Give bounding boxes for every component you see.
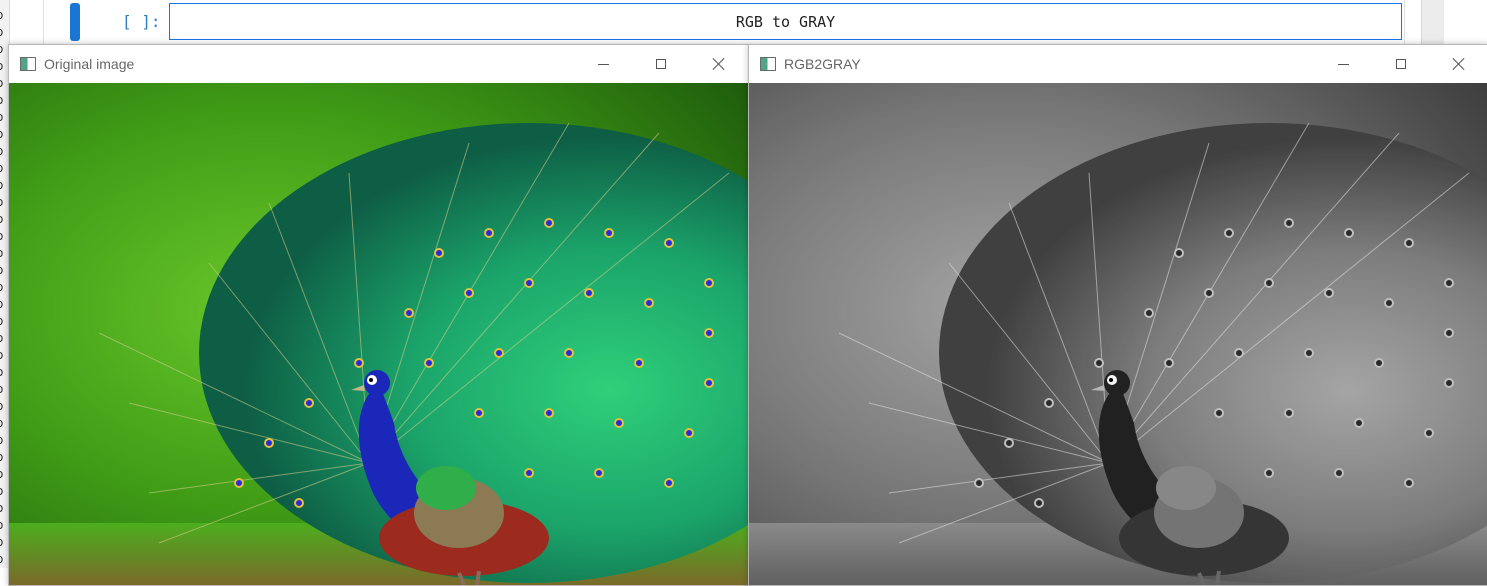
notebook-divider (1404, 0, 1405, 45)
gutter-glyph: o (0, 246, 8, 260)
gutter-glyph: o (0, 93, 8, 107)
close-button[interactable] (690, 45, 748, 83)
cell-prompt: [ ]: (122, 12, 161, 31)
maximize-button[interactable] (632, 45, 690, 83)
gutter-glyph: o (0, 127, 8, 141)
maximize-button[interactable] (1372, 45, 1430, 83)
gutter-glyph: o (0, 144, 8, 158)
gutter-glyph: o (0, 484, 8, 498)
gutter-glyph: o (0, 314, 8, 328)
opencv-window-icon (760, 57, 776, 71)
gutter-glyph: o (0, 416, 8, 430)
minimize-button[interactable] (574, 45, 632, 83)
gutter-glyph: o (0, 535, 8, 549)
gutter-glyph: o (0, 161, 8, 175)
cell-input[interactable]: RGB to GRAY (169, 3, 1402, 40)
gutter-glyph: o (0, 42, 8, 56)
gutter-glyph: o (0, 552, 8, 566)
close-button[interactable] (1430, 45, 1487, 83)
gutter-glyph: o (0, 212, 8, 226)
gutter-glyph: o (0, 467, 8, 481)
gutter-glyph: o (0, 110, 8, 124)
notebook-divider (43, 0, 44, 45)
gutter-glyph: o (0, 263, 8, 277)
gutter-glyph: o (0, 25, 8, 39)
gutter-glyph: o (0, 76, 8, 90)
maximize-icon (1396, 59, 1406, 69)
gutter-glyph: o (0, 297, 8, 311)
gutter-glyph: o (0, 399, 8, 413)
rgb2gray-window[interactable]: RGB2GRAY (748, 44, 1487, 586)
active-cell-marker (70, 3, 80, 41)
minimize-button[interactable] (1314, 45, 1372, 83)
peacock-grayscale-image (749, 83, 1487, 585)
notebook-scrollbar[interactable] (1421, 0, 1444, 45)
minimize-icon (1337, 63, 1349, 65)
gutter-glyph: o (0, 348, 8, 362)
window-title: Original image (44, 56, 135, 72)
gutter-glyph: o (0, 450, 8, 464)
window-titlebar[interactable]: Original image (9, 45, 748, 83)
maximize-icon (656, 59, 666, 69)
gutter-glyph: o (0, 501, 8, 515)
gutter-glyph: o (0, 178, 8, 192)
peacock-image (9, 83, 748, 585)
gutter-glyph: o (0, 8, 8, 22)
gutter-glyph: o (0, 331, 8, 345)
close-icon (712, 57, 726, 71)
gutter-glyph: o (0, 518, 8, 532)
gutter-glyph: o (0, 382, 8, 396)
gutter-glyph: o (0, 280, 8, 294)
gutter-glyph: o (0, 59, 8, 73)
gutter-glyph: o (0, 195, 8, 209)
window-titlebar[interactable]: RGB2GRAY (749, 45, 1487, 83)
gutter-glyph: o (0, 365, 8, 379)
close-icon (1452, 57, 1466, 71)
minimize-icon (597, 63, 609, 65)
gutter-glyph: o (0, 433, 8, 447)
opencv-window-icon (20, 57, 36, 71)
cell-input-text: RGB to GRAY (735, 12, 836, 31)
window-title: RGB2GRAY (784, 56, 861, 72)
original-image-window[interactable]: Original image (8, 44, 749, 586)
gutter-glyph: o (0, 229, 8, 243)
